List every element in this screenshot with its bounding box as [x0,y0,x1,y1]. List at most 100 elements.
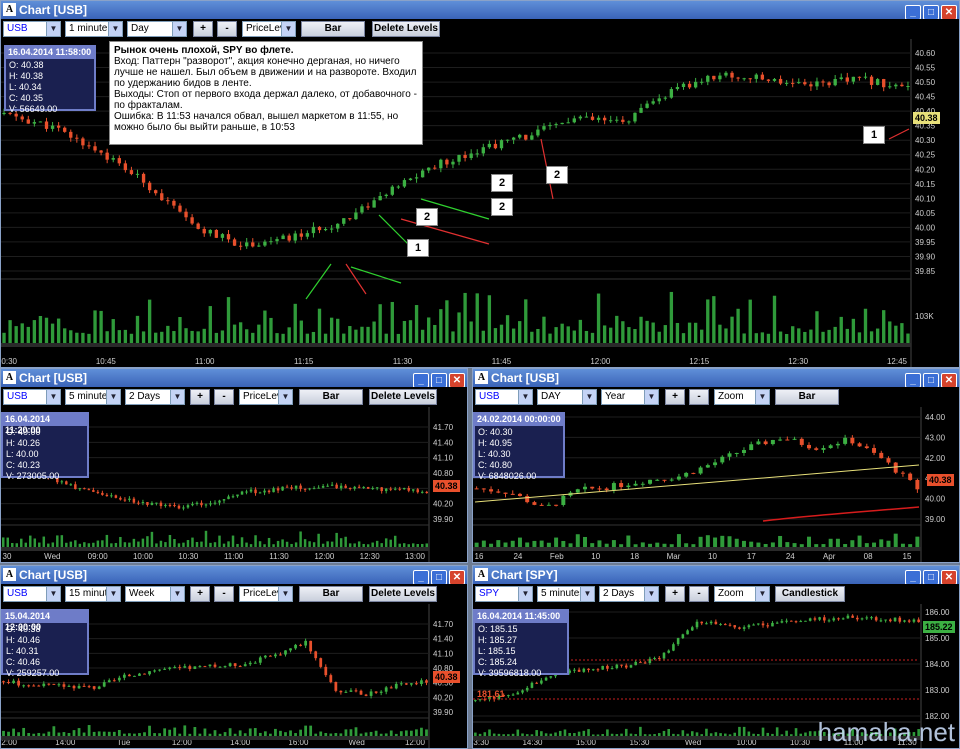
candle-body [591,669,595,671]
info-date: 16.04.2014 11:58:00 [6,47,94,59]
close-icon[interactable]: ✕ [449,373,465,388]
range-select[interactable]: 2 Days ▼ [125,389,185,405]
window-title-bar[interactable]: A Chart [SPY] _ □ ✕ [473,566,959,585]
volume-bar [132,538,136,547]
volume-bar [572,330,576,343]
candle-body [420,170,425,178]
info-close: C: 185.24 [478,657,518,667]
volume-bar [521,733,524,736]
candle-body [536,129,540,136]
range-select[interactable]: 2 Days ▼ [599,586,659,602]
range-select[interactable]: Day ▼ [127,21,187,37]
info-date: 16.04.2014 11:20:00 [3,414,87,435]
delete-levels-button[interactable]: Delete Levels [369,586,437,602]
symbol-select[interactable]: USB ▼ [475,389,533,405]
close-icon[interactable]: ✕ [449,570,465,585]
volume-bar [872,542,877,547]
symbol-select[interactable]: USB ▼ [3,586,61,602]
scale-select[interactable]: PriceLeve ▼ [239,586,293,602]
minimize-icon[interactable]: _ [905,5,921,20]
window-title-bar[interactable]: A Chart [USB] _ □ ✕ [1,1,959,20]
minimize-icon[interactable]: _ [905,570,921,585]
chart-toolbar: USB ▼ 15 minutes ▼ Week ▼ + - PriceLeve ▼ Ba… [1,584,467,604]
volume-bar [648,734,652,736]
volume-bar [474,542,479,547]
volume-bar [27,733,31,736]
close-icon[interactable]: ✕ [941,5,957,20]
range-value: Week [129,588,155,599]
candle-body [402,180,407,187]
volume-bar [714,732,718,736]
x-axis-label: 10:45 [96,357,117,366]
scale-select[interactable]: PriceLeve ▼ [239,389,293,405]
candle-body [489,489,494,492]
candle-body [275,239,279,242]
zoom-in-button[interactable]: + [665,389,685,405]
zoom-out-button[interactable]: - [214,389,234,405]
candle-body [695,621,699,628]
window-title-bar[interactable]: A Chart [USB] _ □ ✕ [1,369,467,388]
chart-type-button[interactable]: Bar [299,586,363,602]
window-title-bar[interactable]: A Chart [USB] _ □ ✕ [473,369,959,388]
maximize-icon[interactable]: □ [431,373,447,388]
scale-select[interactable]: Zoom ▼ [714,389,770,405]
candle-body [799,621,803,623]
info-high: H: 40.26 [6,438,41,448]
delete-levels-button[interactable]: Delete Levels [372,21,440,37]
volume-bar [427,317,431,343]
zoom-out-button[interactable]: - [689,389,709,405]
zoom-out-button[interactable]: - [214,586,234,602]
close-icon[interactable]: ✕ [941,570,957,585]
volume-bar [274,728,277,736]
scale-select[interactable]: Zoom ▼ [714,586,770,602]
minimize-icon[interactable]: _ [905,373,921,388]
delete-levels-button[interactable]: Delete Levels [369,389,437,405]
zoom-in-button[interactable]: + [193,21,213,37]
maximize-icon[interactable]: □ [923,5,939,20]
minimize-icon[interactable]: _ [413,373,429,388]
maximize-icon[interactable]: □ [923,570,939,585]
x-axis-label: 11:00 [224,552,244,561]
volume-bar [402,320,407,343]
zoom-out-button[interactable]: - [217,21,237,37]
interval-select[interactable]: 5 minutes ▼ [65,389,121,405]
maximize-icon[interactable]: □ [923,373,939,388]
maximize-icon[interactable]: □ [431,570,447,585]
symbol-select[interactable]: USB ▼ [3,21,61,37]
scale-select[interactable]: PriceLeve ▼ [242,21,296,37]
candle-body [681,83,686,88]
volume-bar [173,727,177,736]
volume-bar [147,299,152,343]
interval-select[interactable]: 1 minute ▼ [65,21,123,37]
candle-body [342,218,346,224]
range-select[interactable]: Week ▼ [125,586,185,602]
range-select[interactable]: Year ▼ [601,389,659,405]
zoom-in-button[interactable]: + [665,586,685,602]
volume-bar [372,321,376,343]
zoom-out-button[interactable]: - [689,586,709,602]
interval-select[interactable]: 15 minutes ▼ [65,586,121,602]
window-title-bar[interactable]: A Chart [USB] _ □ ✕ [1,566,467,585]
chart-type-button[interactable]: Bar [299,389,363,405]
candle-body [792,438,797,440]
minimize-icon[interactable]: _ [413,570,429,585]
candle-body [872,448,877,453]
candle-body [200,502,203,506]
symbol-select[interactable]: SPY ▼ [475,586,533,602]
volume-bar [2,730,5,736]
volume-bar [643,734,647,736]
volume-bar [525,542,530,547]
chart-type-button[interactable]: Bar [775,389,839,405]
candle-body [47,683,51,685]
candle-body [393,488,397,490]
chart-type-button[interactable]: Bar [301,21,365,37]
volume-bar [748,299,752,343]
volume-bar [159,540,163,547]
symbol-select[interactable]: USB ▼ [3,389,61,405]
interval-select[interactable]: 5 minutes ▼ [537,586,595,602]
chart-type-button[interactable]: Candlestick [775,586,845,602]
close-icon[interactable]: ✕ [941,373,957,388]
zoom-in-button[interactable]: + [190,586,210,602]
zoom-in-button[interactable]: + [190,389,210,405]
interval-select[interactable]: DAY ▼ [537,389,597,405]
